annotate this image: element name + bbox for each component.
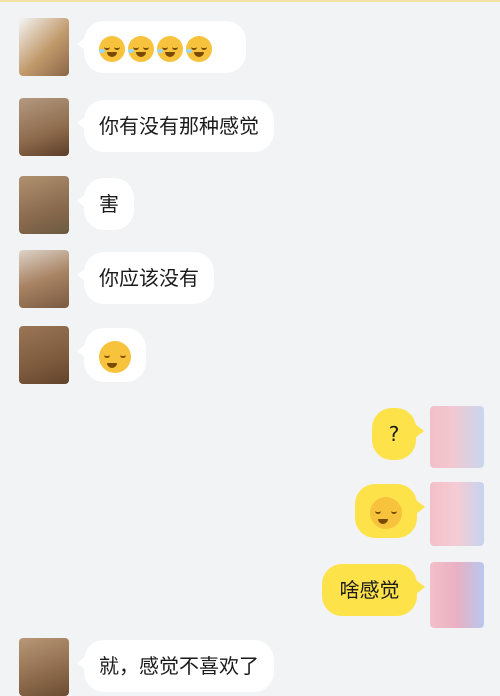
crying-laughing-icon	[99, 35, 125, 62]
crying-laughing-icon	[128, 35, 154, 62]
side-eye-emoji-icon	[99, 340, 131, 373]
top-divider	[0, 0, 500, 2]
crying-laughing-icon	[157, 35, 183, 62]
sender-avatar[interactable]	[19, 638, 69, 696]
message-bubble[interactable]: ?	[372, 408, 424, 460]
message-bubble[interactable]: 啥感觉	[322, 564, 425, 616]
sender-avatar[interactable]	[19, 176, 69, 234]
message-bubble[interactable]: 就，感觉不喜欢了	[77, 640, 274, 692]
emoji-message-bubble[interactable]	[77, 21, 246, 73]
emoji-message-bubble[interactable]	[355, 484, 425, 538]
own-avatar[interactable]	[430, 562, 484, 628]
message-bubble[interactable]: 害	[77, 178, 134, 230]
sender-avatar[interactable]	[19, 18, 69, 76]
emoji-message-bubble[interactable]	[77, 328, 146, 382]
sender-avatar[interactable]	[19, 250, 69, 308]
pondering-emoji-icon	[370, 496, 402, 529]
sender-avatar[interactable]	[19, 326, 69, 384]
message-bubble[interactable]: 你有没有那种感觉	[77, 100, 274, 152]
own-avatar[interactable]	[430, 482, 484, 546]
sender-avatar[interactable]	[19, 98, 69, 156]
message-bubble[interactable]: 你应该没有	[77, 252, 214, 304]
crying-laughing-icon	[186, 35, 212, 62]
own-avatar[interactable]	[430, 406, 484, 468]
